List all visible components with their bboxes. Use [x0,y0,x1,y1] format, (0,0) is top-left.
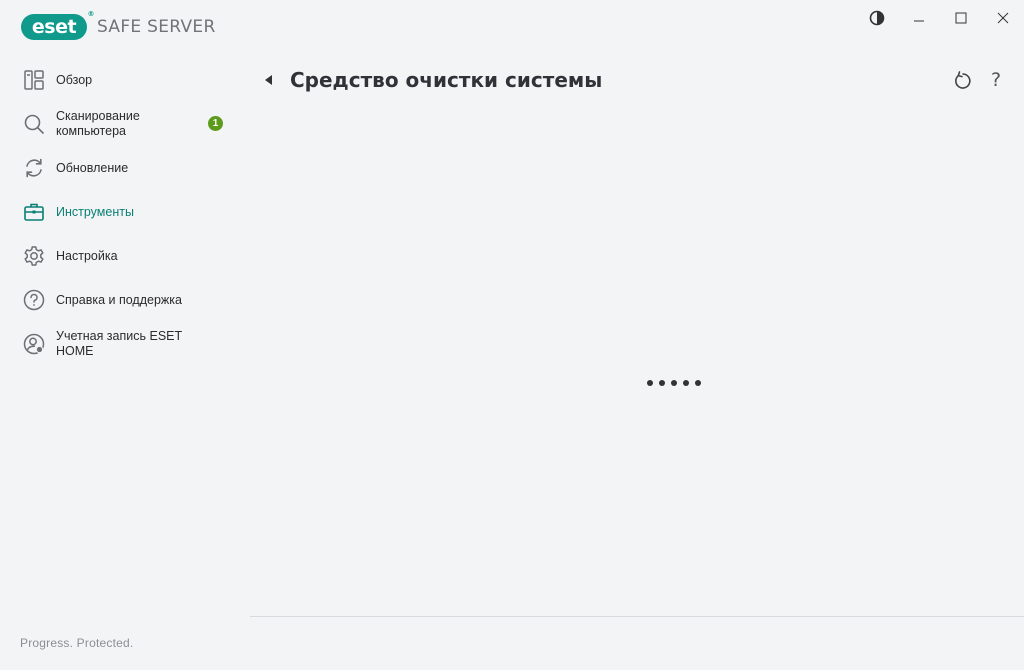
app-logo: eset ® SAFE SERVER [21,10,216,41]
refresh-icon [955,71,971,89]
loading-dot [671,380,677,386]
contrast-toggle-button[interactable] [856,6,898,30]
page-title: Средство очистки системы [290,68,603,92]
sidebar-item-help-support[interactable]: Справка и поддержка [0,278,250,322]
notification-badge: 1 [208,116,223,131]
tagline: Progress. Protected. [20,636,134,650]
sidebar-item-label: Справка и поддержка [56,292,182,307]
update-icon [22,156,46,180]
account-icon [22,332,46,356]
trademark-symbol: ® [87,10,95,18]
main-content: Средство очистки системы ? [250,58,1024,670]
sidebar-item-label: Инструменты [56,204,134,219]
page-header: Средство очистки системы ? [250,58,1024,106]
sidebar-item-label: Обновление [56,160,129,175]
sidebar-item-overview[interactable]: Обзор [0,58,250,102]
loading-dot [683,380,689,386]
sidebar-item-computer-scan[interactable]: Сканирование компьютера 1 [0,102,250,146]
loading-dot [647,380,653,386]
loading-indicator [647,380,701,386]
loading-dot [695,380,701,386]
window-controls [856,6,1024,30]
sidebar-item-label: Обзор [56,72,93,87]
refresh-button[interactable] [952,70,974,92]
minimize-button[interactable] [898,6,940,30]
footer-divider [250,616,1024,617]
sidebar-item-update[interactable]: Обновление [0,146,250,190]
sidebar-item-settings[interactable]: Настройка [0,234,250,278]
back-arrow-icon [265,75,272,85]
sidebar-item-label: Сканирование компьютера [56,109,140,138]
contrast-icon [869,10,885,26]
maximize-icon [955,12,967,24]
eset-logo: eset ® [21,10,94,40]
search-icon [22,112,46,136]
loading-dot [659,380,665,386]
overview-icon [22,68,46,92]
sidebar-item-tools[interactable]: Инструменты [0,190,250,234]
maximize-button[interactable] [940,6,982,30]
gear-icon [22,244,46,268]
sidebar-item-eset-home-account[interactable]: Учетная запись ESET HOME [0,322,250,366]
help-circle-icon [22,288,46,312]
sidebar-item-label: Учетная запись ESET HOME [56,329,182,358]
close-button[interactable] [982,6,1024,30]
back-button[interactable] [262,72,276,88]
help-button[interactable]: ? [986,69,1006,91]
minimize-icon [914,20,924,22]
sidebar: Обзор Сканирование компьютера 1 Обновлен… [0,58,250,366]
sidebar-item-label: Настройка [56,248,118,263]
close-icon [997,12,1009,24]
toolbox-icon [22,200,46,224]
product-name: SAFE SERVER [97,17,216,37]
brand-text: eset [31,16,77,38]
